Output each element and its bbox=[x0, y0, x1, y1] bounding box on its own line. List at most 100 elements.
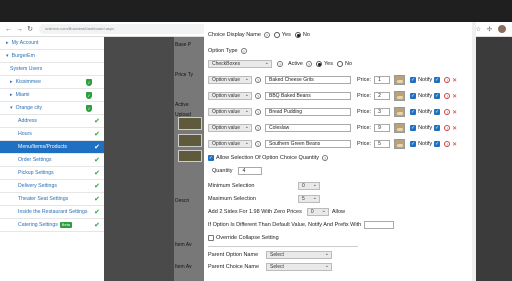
help-icon[interactable]: ? bbox=[444, 77, 451, 83]
notify-checkbox[interactable]: ✓ bbox=[410, 125, 417, 131]
price-input[interactable]: 5 bbox=[374, 140, 391, 148]
sidebar-item[interactable]: System Users bbox=[0, 63, 104, 76]
forward-icon[interactable]: → bbox=[16, 26, 23, 33]
quantity-input[interactable]: 4 bbox=[238, 167, 263, 175]
add-sides-label: Add 2 Sides For 1.98 With Zero Prices bbox=[208, 209, 302, 215]
option-name-input[interactable]: Coleslaw bbox=[265, 124, 351, 132]
parent-choice-select[interactable]: Select bbox=[266, 263, 332, 271]
check-icon: ✔ bbox=[94, 131, 100, 138]
add-sides-select[interactable]: 0 bbox=[306, 208, 329, 216]
choice-display-label: Choice Display Name bbox=[208, 32, 261, 38]
option-image[interactable] bbox=[394, 107, 406, 117]
option-value-select[interactable]: Option value bbox=[208, 108, 252, 116]
help-icon[interactable]: ? bbox=[444, 125, 451, 131]
profile-icon[interactable] bbox=[498, 25, 506, 33]
help-icon[interactable]: ? bbox=[263, 32, 270, 38]
sidebar-item[interactable]: Theater Seat Settings ✔ bbox=[0, 193, 104, 206]
sidebar-item[interactable]: ▸ Miami ✓ bbox=[0, 89, 104, 102]
price-input[interactable]: 9 bbox=[374, 124, 391, 132]
option-enabled-checkbox[interactable]: ✓ bbox=[434, 109, 441, 115]
max-selection-select[interactable]: 5 bbox=[298, 195, 320, 203]
yes-radio[interactable] bbox=[273, 32, 280, 38]
help-icon[interactable]: ? bbox=[255, 93, 261, 99]
sidebar-item[interactable]: Address ✔ bbox=[0, 115, 104, 128]
check-icon: ✔ bbox=[94, 170, 100, 177]
sidebar-item[interactable]: Catering Settings Beta ✔ bbox=[0, 219, 104, 232]
price-label: Price: bbox=[357, 93, 372, 99]
chevron-right-icon: ▸ bbox=[6, 40, 9, 46]
check-icon: ✔ bbox=[94, 222, 100, 229]
option-value-select[interactable]: Option value bbox=[208, 140, 252, 148]
option-enabled-checkbox[interactable]: ✓ bbox=[434, 125, 441, 131]
help-icon[interactable]: ? bbox=[305, 61, 312, 67]
active-yes-label: Yes bbox=[323, 61, 333, 67]
sidebar-item[interactable]: Menu/Items/Products ✔ bbox=[0, 141, 104, 154]
price-input[interactable]: 2 bbox=[374, 92, 391, 100]
remove-option-icon[interactable]: ✕ bbox=[452, 141, 457, 148]
help-icon[interactable]: ? bbox=[255, 109, 261, 115]
option-name-input[interactable]: Southern Green Beans bbox=[265, 140, 351, 148]
back-icon[interactable]: ← bbox=[5, 26, 12, 33]
option-enabled-checkbox[interactable]: ✓ bbox=[434, 141, 441, 147]
sidebar-item[interactable]: Pickup Settings ✔ bbox=[0, 167, 104, 180]
notify-prefix-input[interactable] bbox=[364, 221, 395, 229]
option-image[interactable] bbox=[394, 75, 406, 85]
extensions-icon[interactable]: ✣ bbox=[487, 26, 492, 33]
help-icon[interactable]: ? bbox=[322, 155, 329, 161]
active-no-radio[interactable] bbox=[336, 61, 343, 67]
min-selection-select[interactable]: 0 bbox=[298, 182, 320, 190]
no-radio[interactable] bbox=[294, 32, 301, 38]
sidebar-item[interactable]: ▸ My Account bbox=[0, 37, 104, 50]
sidebar-item[interactable]: Delivery Settings ✔ bbox=[0, 180, 104, 193]
option-enabled-checkbox[interactable]: ✓ bbox=[434, 93, 441, 99]
option-type-select[interactable]: CheckBoxes bbox=[208, 60, 272, 68]
reload-icon[interactable]: ↻ bbox=[27, 25, 33, 33]
option-name-input[interactable]: Bread Pudding bbox=[265, 108, 351, 116]
help-icon[interactable]: ? bbox=[240, 48, 247, 54]
sidebar-item[interactable]: ▸ Kissimmee ✓ bbox=[0, 76, 104, 89]
sidebar-item[interactable]: Inside the Restaurant Settings ✔ bbox=[0, 206, 104, 219]
remove-option-icon[interactable]: ✕ bbox=[452, 93, 457, 100]
sidebar-item[interactable]: Order Settings ✔ bbox=[0, 154, 104, 167]
override-collapse-checkbox[interactable] bbox=[208, 235, 214, 241]
option-value-select[interactable]: Option value bbox=[208, 76, 252, 84]
parent-option-select[interactable]: Select bbox=[266, 251, 332, 259]
notify-checkbox[interactable]: ✓ bbox=[410, 141, 417, 147]
price-label: Price: bbox=[357, 125, 372, 131]
help-icon[interactable]: ? bbox=[255, 125, 261, 131]
allow-quantity-label: Allow Selection Of Option Choice Quantit… bbox=[216, 155, 320, 161]
option-image[interactable] bbox=[394, 123, 406, 133]
quantity-label: Quantity bbox=[212, 168, 233, 174]
option-image[interactable] bbox=[394, 139, 406, 149]
option-name-input[interactable]: BBQ Baked Beans bbox=[265, 92, 351, 100]
sidebar-item[interactable]: ▾ Orange city ✓ bbox=[0, 102, 104, 115]
active-yes-radio[interactable] bbox=[315, 61, 322, 67]
help-icon[interactable]: ? bbox=[444, 109, 451, 115]
option-row: Option value? Southern Green Beans Price:5… bbox=[208, 139, 457, 149]
help-icon[interactable]: ? bbox=[255, 77, 261, 83]
option-enabled-checkbox[interactable]: ✓ bbox=[434, 77, 441, 83]
option-name-input[interactable]: Baked Cheese Grits bbox=[265, 76, 351, 84]
help-icon[interactable]: ? bbox=[277, 61, 283, 67]
help-icon[interactable]: ? bbox=[444, 93, 451, 99]
help-icon[interactable]: ? bbox=[255, 141, 261, 147]
item-image bbox=[178, 150, 202, 162]
option-value-select[interactable]: Option value bbox=[208, 124, 252, 132]
remove-option-icon[interactable]: ✕ bbox=[452, 125, 457, 132]
price-input[interactable]: 1 bbox=[374, 76, 391, 84]
remove-option-icon[interactable]: ✕ bbox=[452, 77, 457, 84]
option-image[interactable] bbox=[394, 91, 406, 101]
help-icon[interactable]: ? bbox=[444, 141, 451, 147]
option-value-select[interactable]: Option value bbox=[208, 92, 252, 100]
notify-checkbox[interactable]: ✓ bbox=[410, 109, 417, 115]
notify-checkbox[interactable]: ✓ bbox=[410, 93, 417, 99]
price-input[interactable]: 3 bbox=[374, 108, 391, 116]
remove-option-icon[interactable]: ✕ bbox=[452, 109, 457, 116]
option-group-dialog: Choice Display Name ? Yes No Option Type… bbox=[204, 22, 476, 281]
sidebar-item[interactable]: ▾ BurgerEm bbox=[0, 50, 104, 63]
option-row: Option value? Baked Cheese Grits Price:1 ✓N… bbox=[208, 75, 457, 85]
sidebar-item[interactable]: Hours ✔ bbox=[0, 128, 104, 141]
allow-quantity-checkbox[interactable]: ✓ bbox=[208, 155, 214, 161]
notify-checkbox[interactable]: ✓ bbox=[410, 77, 417, 83]
star-icon[interactable]: ☆ bbox=[476, 26, 481, 33]
